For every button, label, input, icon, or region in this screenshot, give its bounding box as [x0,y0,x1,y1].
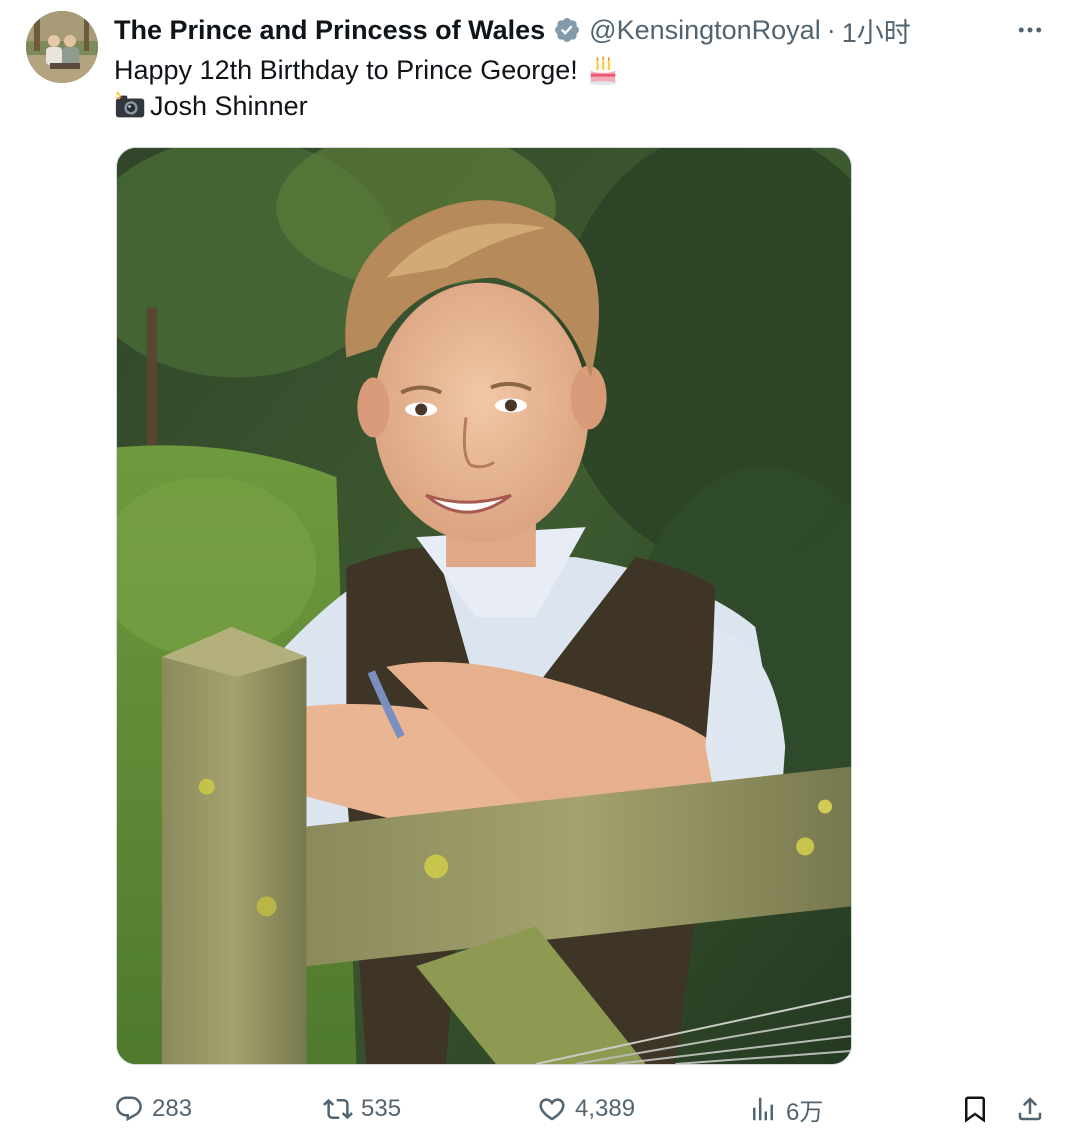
share-icon [1018,1097,1042,1121]
like-button[interactable]: 4,389 [537,1088,635,1130]
views-chart-icon [753,1097,773,1121]
post-text-line-1: Happy 12th Birthday to Prince George! [114,52,620,88]
like-count: 4,389 [575,1095,636,1122]
photo-image [117,148,851,1064]
heart-icon [539,1098,565,1121]
author-handle[interactable]: @KensingtonRoyal [589,15,821,46]
camera-with-flash-emoji-icon [114,89,150,123]
author-avatar[interactable] [26,11,98,83]
more-options-button[interactable] [1012,14,1048,46]
post-photo[interactable] [116,147,852,1065]
reply-count: 283 [152,1095,193,1122]
post-actions-bar: 283 535 4,389 6万 [0,1088,1080,1130]
more-horizontal-icon [1018,27,1042,33]
avatar-image [26,11,98,83]
post-text-line-2: Josh Shinner [114,88,620,124]
post-timestamp[interactable]: 1小时 [842,11,911,50]
bookmark-icon [965,1096,985,1123]
post-text-photographer: Josh Shinner [150,91,308,121]
repost-count: 535 [361,1095,402,1122]
birthday-cake-emoji-icon [586,53,620,87]
repost-button[interactable]: 535 [323,1088,401,1130]
author-display-name[interactable]: The Prince and Princess of Wales [114,15,545,46]
reply-button[interactable]: 283 [114,1088,192,1130]
view-count: 6万 [786,1098,824,1126]
share-button[interactable] [1015,1088,1045,1130]
repost-icon [323,1098,353,1120]
separator-dot: · [826,14,836,45]
post-text-birthday: Happy 12th Birthday to Prince George! [114,55,578,85]
verified-badge-icon[interactable] [553,16,581,44]
post-header: The Prince and Princess of Wales @Kensin… [114,12,911,48]
reply-icon [116,1096,142,1122]
bookmark-button[interactable] [960,1088,990,1130]
views-button[interactable]: 6万 [748,1088,823,1130]
post-text: Happy 12th Birthday to Prince George! Jo… [114,52,620,124]
